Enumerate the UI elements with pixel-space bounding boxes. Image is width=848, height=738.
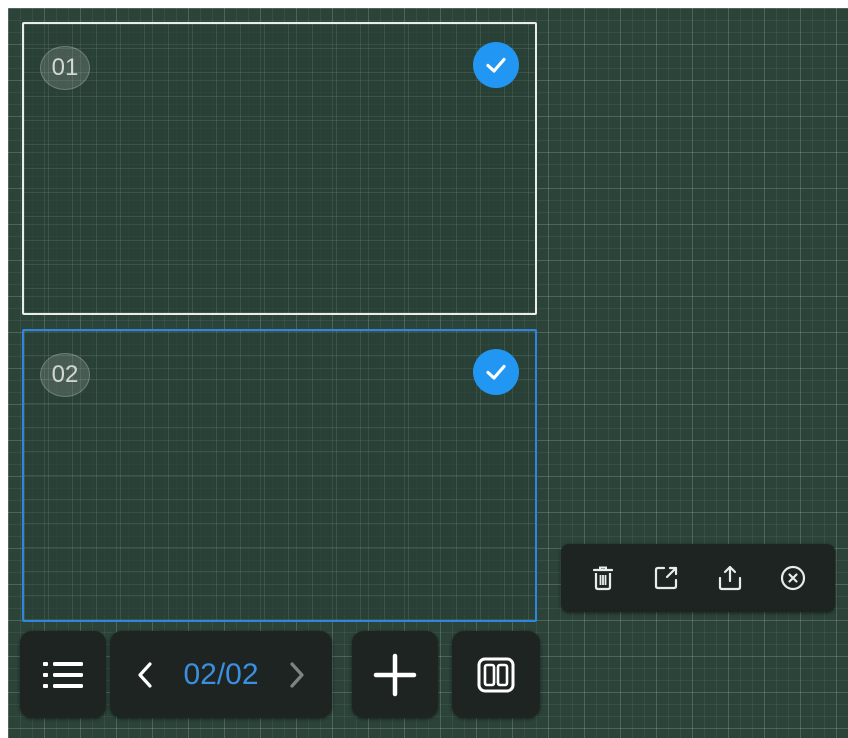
open-external-icon [655,566,678,590]
share-upload-icon [718,565,741,591]
next-page-button[interactable] [277,645,317,705]
page-thumbnail-01[interactable]: 01 [22,22,537,315]
open-button[interactable] [641,553,691,603]
add-page-button[interactable] [352,631,438,718]
plus-icon [373,653,417,696]
delete-button[interactable] [578,553,628,603]
page-thumbnail-02[interactable]: 02 [22,329,537,622]
chevron-right-icon [289,661,304,688]
share-button[interactable] [705,553,755,603]
whiteboard-canvas[interactable]: 01 02 [8,8,848,738]
close-circle-icon [781,565,806,591]
trash-icon [592,566,613,591]
page-counter: 02/02 [183,657,259,691]
page-number-badge: 01 [40,46,90,90]
chevron-left-icon [138,661,153,688]
page-navigator: 02/02 [110,631,332,718]
selection-toolbar [561,544,835,612]
close-selection-button[interactable] [768,553,818,603]
list-icon [43,661,83,688]
layout-toggle-button[interactable] [452,631,540,718]
check-icon[interactable] [473,349,519,395]
previous-page-button[interactable] [125,645,165,705]
dual-page-icon [477,657,515,692]
page-number-badge: 02 [40,353,90,397]
page-list-button[interactable] [20,631,106,718]
check-icon[interactable] [473,42,519,88]
